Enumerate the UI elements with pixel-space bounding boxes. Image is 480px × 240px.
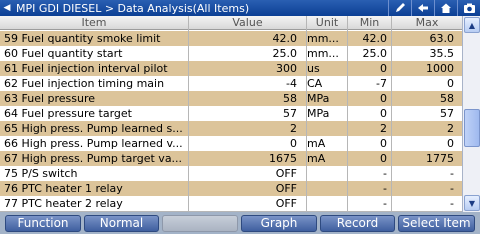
back-triangle-icon[interactable]: ◀	[0, 0, 14, 16]
table-row[interactable]: 64 Fuel pressure target 57 MPa 0 57	[0, 106, 462, 122]
column-header: Item Value Unit Min Max	[0, 16, 462, 30]
max-cell: 63.0	[429, 32, 455, 45]
scroll-thumb[interactable]	[464, 109, 480, 147]
value-cell: OFF	[275, 197, 297, 210]
table-row[interactable]: 75 P/S switch OFF - -	[0, 166, 462, 182]
value-cell: 2	[290, 122, 297, 135]
item-cell: 60 Fuel quantity start	[4, 47, 123, 60]
min-cell: 42.0	[362, 32, 388, 45]
value-cell: 58	[283, 92, 297, 105]
breadcrumb: MPI GDI DIESEL > Data Analysis(All Items…	[16, 1, 250, 15]
graph-button[interactable]: Graph	[241, 215, 317, 232]
min-cell: 2	[380, 122, 387, 135]
min-cell: -	[383, 182, 387, 195]
data-table: 59 Fuel quantity smoke limit 42.0 mm... …	[0, 31, 462, 212]
item-cell: 65 High press. Pump learned s...	[4, 122, 183, 135]
record-button[interactable]: Record	[320, 215, 395, 232]
table-row[interactable]: 76 PTC heater 1 relay OFF - -	[0, 181, 462, 197]
max-cell: 58	[440, 92, 454, 105]
item-cell: 61 Fuel injection interval pilot	[4, 62, 168, 75]
table-row[interactable]: 77 PTC heater 2 relay OFF - -	[0, 196, 462, 212]
item-cell: 63 Fuel pressure	[4, 92, 96, 105]
max-cell: 57	[440, 107, 454, 120]
max-cell: -	[450, 167, 454, 180]
value-cell: 1675	[269, 152, 297, 165]
min-cell: 25.0	[362, 47, 388, 60]
value-cell: 0	[290, 137, 297, 150]
item-cell: 75 P/S switch	[4, 167, 78, 180]
back-arrow-icon[interactable]	[411, 0, 434, 16]
table-row[interactable]: 66 High press. Pump learned v... 0 mA 0 …	[0, 136, 462, 152]
value-cell: OFF	[275, 167, 297, 180]
column-value[interactable]: Value	[189, 16, 306, 30]
item-cell: 59 Fuel quantity smoke limit	[4, 32, 161, 45]
title-bar: ◀ MPI GDI DIESEL > Data Analysis(All Ite…	[0, 0, 480, 16]
column-max[interactable]: Max	[392, 16, 462, 30]
home-icon[interactable]	[434, 0, 457, 16]
value-cell: 25.0	[272, 47, 298, 60]
blank-button	[162, 215, 238, 232]
max-cell: 35.5	[429, 47, 455, 60]
min-cell: 0	[380, 62, 387, 75]
scroll-down-icon[interactable]: ▼	[464, 195, 480, 211]
column-divider	[347, 16, 348, 212]
item-cell: 64 Fuel pressure target	[4, 107, 132, 120]
min-cell: 0	[380, 152, 387, 165]
value-cell: 300	[276, 62, 297, 75]
table-row[interactable]: 63 Fuel pressure 58 MPa 0 58	[0, 91, 462, 107]
value-cell: 42.0	[272, 32, 298, 45]
table-row[interactable]: 59 Fuel quantity smoke limit 42.0 mm... …	[0, 31, 462, 47]
column-divider	[188, 16, 189, 212]
max-cell: 2	[447, 122, 454, 135]
scroll-up-icon[interactable]: ▲	[464, 17, 480, 33]
column-unit[interactable]: Unit	[307, 16, 347, 30]
vertical-scrollbar[interactable]: ▲ ▼	[462, 16, 480, 212]
column-divider	[391, 16, 392, 212]
min-cell: -	[383, 197, 387, 210]
min-cell: -7	[376, 77, 387, 90]
max-cell: 0	[447, 137, 454, 150]
value-cell: 57	[283, 107, 297, 120]
table-row[interactable]: 60 Fuel quantity start 25.0 mm... 25.0 3…	[0, 46, 462, 62]
max-cell: -	[450, 182, 454, 195]
normal-button[interactable]: Normal	[84, 215, 159, 232]
column-item[interactable]: Item	[0, 16, 188, 30]
item-cell: 62 Fuel injection timing main	[4, 77, 165, 90]
value-cell: OFF	[275, 182, 297, 195]
max-cell: 0	[447, 77, 454, 90]
table-row[interactable]: 65 High press. Pump learned s... 2 2 2	[0, 121, 462, 137]
column-divider	[306, 16, 307, 212]
table-row[interactable]: 67 High press. Pump target va... 1675 mA…	[0, 151, 462, 167]
item-cell: 66 High press. Pump learned v...	[4, 137, 183, 150]
item-cell: 76 PTC heater 1 relay	[4, 182, 123, 195]
max-cell: 1000	[426, 62, 454, 75]
table-row[interactable]: 61 Fuel injection interval pilot 300 us …	[0, 61, 462, 77]
min-cell: 0	[380, 92, 387, 105]
bottom-toolbar: Function Normal Graph Record Select Item	[0, 212, 480, 234]
pen-icon[interactable]	[388, 0, 411, 16]
table-row[interactable]: 62 Fuel injection timing main -4 CA -7 0	[0, 76, 462, 92]
camera-icon[interactable]	[457, 0, 480, 16]
title-icons	[388, 0, 480, 16]
max-cell: 1775	[426, 152, 454, 165]
column-min[interactable]: Min	[348, 16, 391, 30]
function-button[interactable]: Function	[5, 215, 81, 232]
max-cell: -	[450, 197, 454, 210]
min-cell: 0	[380, 137, 387, 150]
min-cell: -	[383, 167, 387, 180]
item-cell: 77 PTC heater 2 relay	[4, 197, 123, 210]
value-cell: -4	[286, 77, 297, 90]
min-cell: 0	[380, 107, 387, 120]
select-item-button[interactable]: Select Item	[398, 215, 475, 232]
item-cell: 67 High press. Pump target va...	[4, 152, 183, 165]
